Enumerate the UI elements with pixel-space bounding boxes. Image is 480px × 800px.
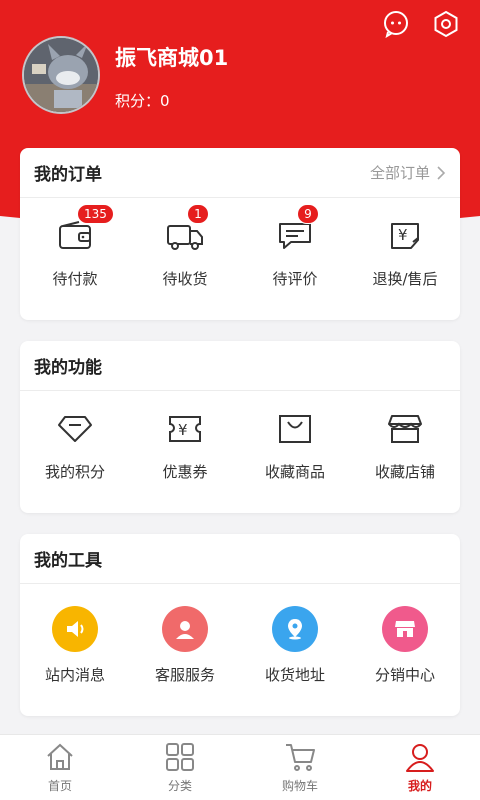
function-item-label: 优惠券 bbox=[162, 463, 208, 481]
customer-service-icon bbox=[162, 606, 208, 652]
pending-payment-badge: 135 bbox=[77, 204, 114, 224]
points-value: 0 bbox=[160, 92, 170, 110]
tool-item-label: 分销中心 bbox=[374, 666, 435, 684]
function-item-label: 收藏商品 bbox=[264, 463, 325, 481]
tab-category[interactable]: 分类 bbox=[120, 735, 240, 800]
orders-card: 我的订单 全部订单 135 待付款 1 待收货 9 待评价 ¥ 退换/售后 bbox=[20, 148, 460, 320]
tools-title: 我的工具 bbox=[34, 551, 102, 571]
tool-item-distribution[interactable]: 分销中心 bbox=[355, 606, 455, 685]
svg-text:¥: ¥ bbox=[398, 226, 408, 244]
wallet-icon bbox=[59, 221, 91, 249]
diamond-icon bbox=[58, 416, 92, 442]
function-item-label: 我的积分 bbox=[44, 463, 105, 481]
orders-title: 我的订单 bbox=[34, 165, 102, 185]
points-display: 积分：0 bbox=[115, 90, 170, 111]
tab-mine[interactable]: 我的 bbox=[360, 735, 480, 800]
speaker-icon bbox=[52, 606, 98, 652]
order-item-label: 待付款 bbox=[52, 270, 98, 288]
tool-item-address[interactable]: 收货地址 bbox=[245, 606, 345, 685]
functions-title: 我的功能 bbox=[34, 358, 102, 378]
function-item-favorite-stores[interactable]: 收藏店铺 bbox=[355, 409, 455, 482]
chevron-right-icon bbox=[437, 165, 446, 180]
order-item-refund[interactable]: ¥ 退换/售后 bbox=[355, 216, 455, 289]
all-orders-link[interactable]: 全部订单 bbox=[370, 162, 446, 183]
functions-card: 我的功能 我的积分 ¥ 优惠券 收藏商品 收藏店铺 bbox=[20, 341, 460, 513]
order-item-pending-receipt[interactable]: 1 待收货 bbox=[135, 204, 235, 289]
tool-item-label: 站内消息 bbox=[44, 666, 105, 684]
function-item-coupon[interactable]: ¥ 优惠券 bbox=[135, 409, 235, 482]
svg-text:¥: ¥ bbox=[178, 421, 188, 439]
location-icon bbox=[272, 606, 318, 652]
order-item-label: 待评价 bbox=[272, 270, 318, 288]
order-item-pending-payment[interactable]: 135 待付款 bbox=[25, 204, 125, 289]
category-icon bbox=[166, 743, 194, 771]
shop-icon bbox=[382, 606, 428, 652]
pending-receipt-badge: 1 bbox=[187, 204, 209, 224]
settings-hexagon-icon[interactable] bbox=[432, 10, 460, 38]
store-icon bbox=[388, 415, 422, 443]
tab-label: 分类 bbox=[167, 779, 192, 793]
order-item-label: 退换/售后 bbox=[372, 270, 438, 288]
tool-item-label: 收货地址 bbox=[264, 666, 325, 684]
order-item-pending-review[interactable]: 9 待评价 bbox=[245, 204, 345, 289]
comment-icon bbox=[279, 223, 311, 249]
top-action-icons bbox=[382, 10, 460, 39]
avatar[interactable] bbox=[22, 36, 100, 114]
order-item-label: 待收货 bbox=[162, 270, 208, 288]
tools-grid: 站内消息 客服服务 收货地址 分销中心 bbox=[20, 584, 460, 685]
username: 振飞商城01 bbox=[115, 46, 229, 70]
functions-card-header: 我的功能 bbox=[20, 341, 460, 391]
function-item-points[interactable]: 我的积分 bbox=[25, 409, 125, 482]
points-label: 积分： bbox=[115, 92, 161, 110]
bottom-tab-bar: 首页 分类 购物车 我的 bbox=[0, 734, 480, 800]
refund-icon: ¥ bbox=[391, 223, 419, 249]
tool-item-customer-service[interactable]: 客服服务 bbox=[135, 606, 235, 685]
cart-icon bbox=[286, 744, 315, 771]
function-item-label: 收藏店铺 bbox=[374, 463, 435, 481]
tab-label: 我的 bbox=[407, 779, 432, 793]
tools-card-header: 我的工具 bbox=[20, 534, 460, 584]
home-icon bbox=[47, 743, 73, 770]
orders-card-header: 我的订单 全部订单 bbox=[20, 148, 460, 198]
pending-review-badge: 9 bbox=[297, 204, 319, 224]
message-icon[interactable] bbox=[382, 10, 410, 39]
tool-item-messages[interactable]: 站内消息 bbox=[25, 606, 125, 685]
function-item-favorite-products[interactable]: 收藏商品 bbox=[245, 409, 345, 482]
orders-grid: 135 待付款 1 待收货 9 待评价 ¥ 退换/售后 bbox=[20, 198, 460, 289]
tab-home[interactable]: 首页 bbox=[0, 735, 120, 800]
shopping-bag-icon bbox=[279, 415, 311, 443]
functions-grid: 我的积分 ¥ 优惠券 收藏商品 收藏店铺 bbox=[20, 391, 460, 482]
tool-item-label: 客服服务 bbox=[154, 666, 215, 684]
all-orders-label: 全部订单 bbox=[369, 164, 430, 182]
coupon-icon: ¥ bbox=[169, 416, 201, 442]
tab-label: 购物车 bbox=[281, 779, 318, 793]
tab-label: 首页 bbox=[47, 779, 72, 793]
user-icon bbox=[406, 744, 434, 772]
tools-card: 我的工具 站内消息 客服服务 收货地址 分销中心 bbox=[20, 534, 460, 716]
tab-cart[interactable]: 购物车 bbox=[240, 735, 360, 800]
truck-icon bbox=[167, 225, 203, 250]
